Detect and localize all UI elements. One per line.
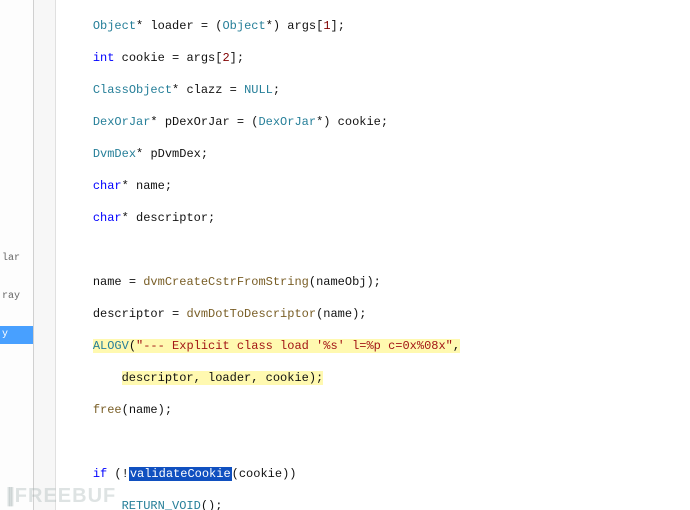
code-line: char* name;	[64, 178, 690, 194]
code-line: DexOrJar* pDexOrJar = (DexOrJar*) cookie…	[64, 114, 690, 130]
code-line: char* descriptor;	[64, 210, 690, 226]
code-line: ClassObject* clazz = NULL;	[64, 82, 690, 98]
code-editor[interactable]: Object* loader = (Object*) args[1]; int …	[56, 0, 690, 510]
sidebar-item-selected[interactable]: y	[0, 326, 33, 344]
code-line: descriptor, loader, cookie);	[64, 370, 690, 386]
code-line: DvmDex* pDvmDex;	[64, 146, 690, 162]
code-line: Object* loader = (Object*) args[1];	[64, 18, 690, 34]
code-line	[64, 434, 690, 450]
code-line: name = dvmCreateCstrFromString(nameObj);	[64, 274, 690, 290]
code-line: descriptor = dvmDotToDescriptor(name);	[64, 306, 690, 322]
editor-gutter	[34, 0, 56, 510]
code-line: if (!validateCookie(cookie))	[64, 466, 690, 482]
code-line: free(name);	[64, 402, 690, 418]
code-line: ALOGV("--- Explicit class load '%s' l=%p…	[64, 338, 690, 354]
code-line	[64, 242, 690, 258]
sidebar-item[interactable]: ray	[0, 288, 33, 306]
symbol-sidebar: lar ray y	[0, 0, 34, 510]
code-line: RETURN_VOID();	[64, 498, 690, 510]
code-line: int cookie = args[2];	[64, 50, 690, 66]
selected-token: validateCookie	[129, 467, 232, 481]
sidebar-item[interactable]: lar	[0, 250, 33, 268]
